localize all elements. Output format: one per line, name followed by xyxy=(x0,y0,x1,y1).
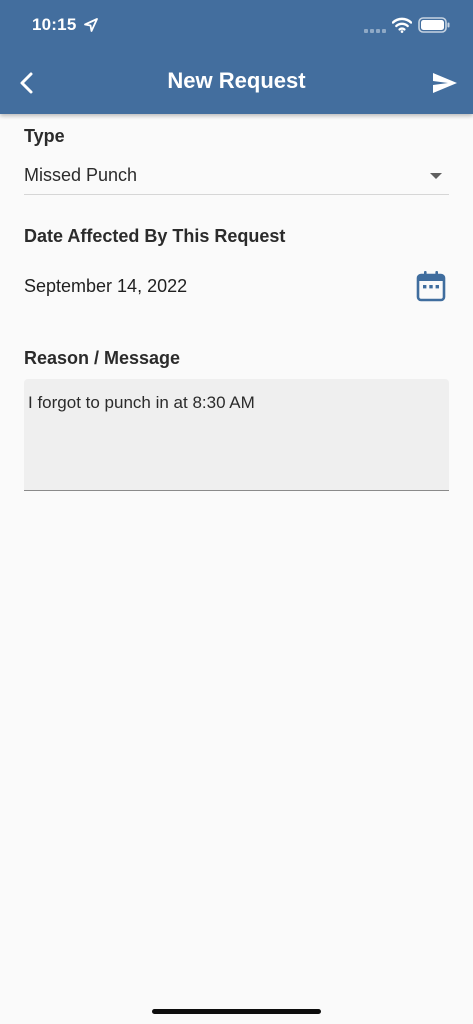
type-selected-value: Missed Punch xyxy=(24,165,138,185)
send-button[interactable] xyxy=(426,66,464,100)
chevron-left-icon xyxy=(20,72,33,94)
date-label: Date Affected By This Request xyxy=(24,226,286,246)
back-button[interactable] xyxy=(10,66,44,100)
type-dropdown[interactable]: Missed Punch xyxy=(24,158,449,195)
cellular-signal-icon xyxy=(364,29,386,33)
reason-label: Reason / Message xyxy=(24,348,181,368)
location-arrow-icon xyxy=(84,18,98,32)
calendar-icon xyxy=(416,271,446,302)
wifi-icon xyxy=(392,17,412,33)
page-title: New Request xyxy=(167,68,306,93)
reason-message-input[interactable]: I forgot to punch in at 8:30 AM xyxy=(24,379,449,491)
home-indicator xyxy=(152,1009,321,1014)
date-value[interactable]: September 14, 2022 xyxy=(24,276,187,297)
send-icon xyxy=(433,73,457,93)
status-time: 10:15 xyxy=(32,15,77,34)
type-label: Type xyxy=(24,126,65,146)
battery-icon xyxy=(418,17,450,33)
calendar-button[interactable] xyxy=(414,268,448,304)
dropdown-arrow-icon xyxy=(430,173,442,179)
app-header: 10:15 New Request xyxy=(0,0,473,114)
